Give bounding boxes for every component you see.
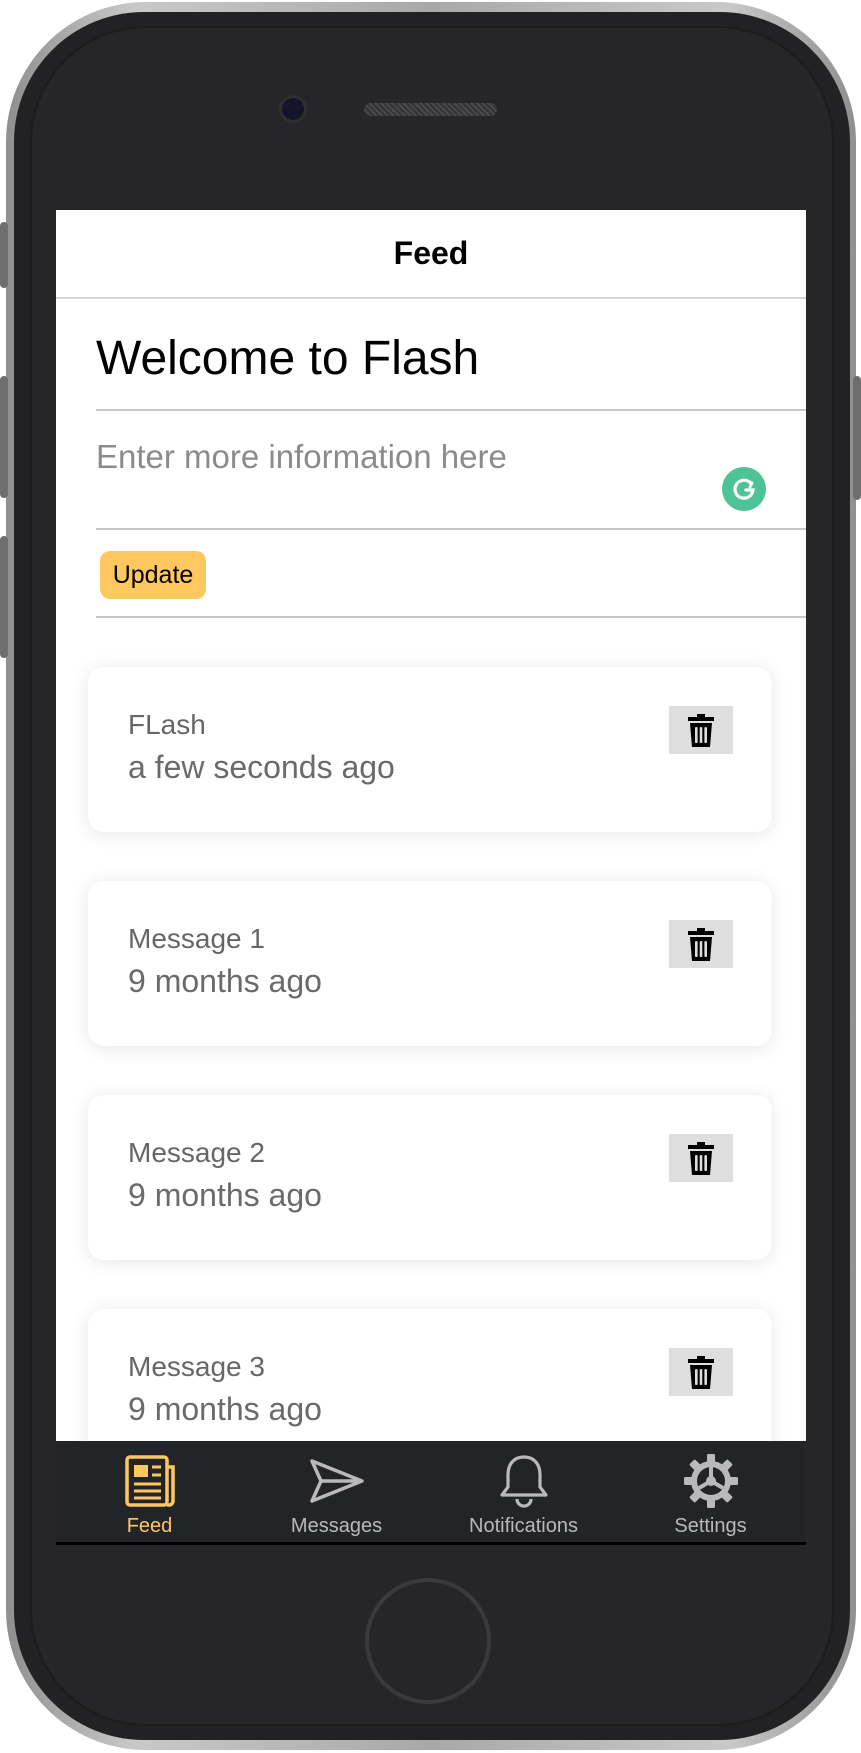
home-button[interactable] (365, 1578, 491, 1704)
phone-volume-down (0, 536, 8, 658)
earpiece-speaker (364, 103, 497, 116)
message-card[interactable]: Message 3 9 months ago (88, 1309, 772, 1441)
phone-volume-up (0, 376, 8, 498)
tab-messages[interactable]: Messages (243, 1441, 430, 1545)
message-time: 9 months ago (128, 963, 322, 999)
message-title: Message 1 (128, 923, 265, 954)
send-icon (309, 1459, 364, 1503)
nav-header: Feed (56, 210, 806, 299)
info-input[interactable] (96, 427, 716, 487)
trash-icon (688, 1356, 714, 1389)
trash-icon (688, 1142, 714, 1175)
app-screen: Feed Welcome to Flash Update FLash a few … (56, 210, 806, 1545)
newspaper-icon (124, 1455, 175, 1507)
message-card[interactable]: Message 1 9 months ago (88, 881, 772, 1046)
trash-icon (688, 714, 714, 747)
tab-feed-label: Feed (126, 1515, 173, 1537)
bell-icon (499, 1455, 548, 1508)
tab-messages-label: Messages (290, 1515, 383, 1537)
tab-settings[interactable]: Settings (617, 1441, 804, 1545)
divider (96, 528, 806, 530)
delete-button[interactable] (669, 706, 733, 754)
message-title: Message 2 (128, 1137, 265, 1168)
message-title: FLash (128, 709, 206, 740)
delete-button[interactable] (669, 1134, 733, 1182)
tab-notifications-label: Notifications (469, 1515, 578, 1537)
divider (96, 616, 806, 618)
message-time: a few seconds ago (128, 749, 395, 785)
divider (96, 409, 806, 411)
message-time: 9 months ago (128, 1391, 322, 1427)
trash-icon (688, 928, 714, 961)
feed-content[interactable]: Welcome to Flash Update FLash a few secon… (56, 299, 806, 1441)
update-button[interactable]: Update (100, 551, 206, 599)
tab-settings-label: Settings (674, 1515, 747, 1537)
delete-button[interactable] (669, 1348, 733, 1396)
phone-silent-switch (0, 222, 8, 288)
message-title: Message 3 (128, 1351, 265, 1382)
welcome-heading: Welcome to Flash (96, 332, 480, 385)
front-camera (282, 98, 304, 120)
page-title: Feed (393, 235, 469, 271)
tab-notifications[interactable]: Notifications (430, 1441, 617, 1545)
gear-icon (683, 1454, 738, 1508)
grammarly-icon[interactable] (722, 467, 766, 511)
phone-power-button (853, 376, 861, 500)
message-card[interactable]: FLash a few seconds ago (88, 667, 772, 832)
tab-bar: Feed Messages Notifications Settings (56, 1441, 806, 1545)
message-card[interactable]: Message 2 9 months ago (88, 1095, 772, 1260)
tab-feed[interactable]: Feed (56, 1441, 243, 1545)
message-time: 9 months ago (128, 1177, 322, 1213)
delete-button[interactable] (669, 920, 733, 968)
